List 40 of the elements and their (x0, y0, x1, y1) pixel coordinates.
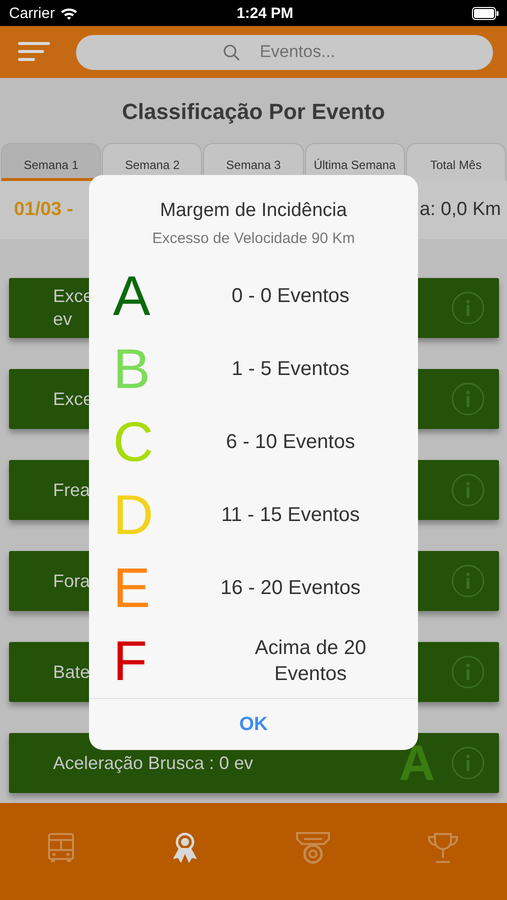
event-label: Fora (53, 570, 90, 592)
grade-range: 0 - 0 Eventos (230, 284, 350, 308)
grade-letter: F (113, 632, 148, 688)
grade-range: 16 - 20 Eventos (219, 576, 362, 600)
grade-letter: B (113, 340, 152, 396)
distance-text: a: 0,0 Km (420, 199, 501, 221)
period-tab[interactable]: Total Mês (406, 143, 506, 181)
date-range: 01/03 - (14, 199, 74, 221)
clock-time: 1:24 PM (236, 4, 294, 22)
grade-range: 1 - 5 Eventos (230, 356, 350, 382)
dialog-subtitle: Excesso de Velocidade 90 Km (152, 230, 355, 247)
info-icon[interactable] (451, 473, 485, 507)
info-icon[interactable] (451, 655, 485, 689)
medal-icon[interactable] (296, 832, 330, 864)
wifi-icon (60, 6, 78, 20)
grade-letter: E (113, 560, 152, 616)
battery-icon (472, 6, 499, 20)
dialog-title: Margem de Incidência (160, 200, 347, 222)
period-tab[interactable]: Semana 1 (1, 143, 102, 181)
info-icon[interactable] (451, 746, 485, 780)
grade-range: 11 - 15 Eventos (220, 502, 361, 528)
info-icon[interactable] (451, 291, 485, 325)
grade-range: Acima de 20 Eventos (254, 636, 368, 686)
carrier-name: Carrier (9, 4, 55, 22)
event-label: Frea (53, 478, 90, 502)
award-ribbon-icon[interactable] (171, 832, 200, 864)
info-icon[interactable] (451, 382, 485, 416)
event-label: Aceleração Brusca : 0 ev (53, 752, 254, 774)
search-field[interactable]: Eventos... (76, 34, 493, 70)
grade-letter: A (113, 268, 152, 324)
page-title: Classificação Por Evento (121, 98, 386, 126)
grade-letter: C (113, 414, 154, 470)
grade-letter: D (113, 486, 154, 542)
search-icon (222, 44, 240, 60)
menu-icon[interactable] (18, 42, 52, 62)
event-label: Bate (53, 660, 90, 684)
trophy-icon[interactable] (426, 832, 459, 864)
info-icon[interactable] (451, 564, 485, 598)
grade-range: 6 - 10 Eventos (225, 430, 356, 454)
bus-icon[interactable] (48, 832, 74, 862)
